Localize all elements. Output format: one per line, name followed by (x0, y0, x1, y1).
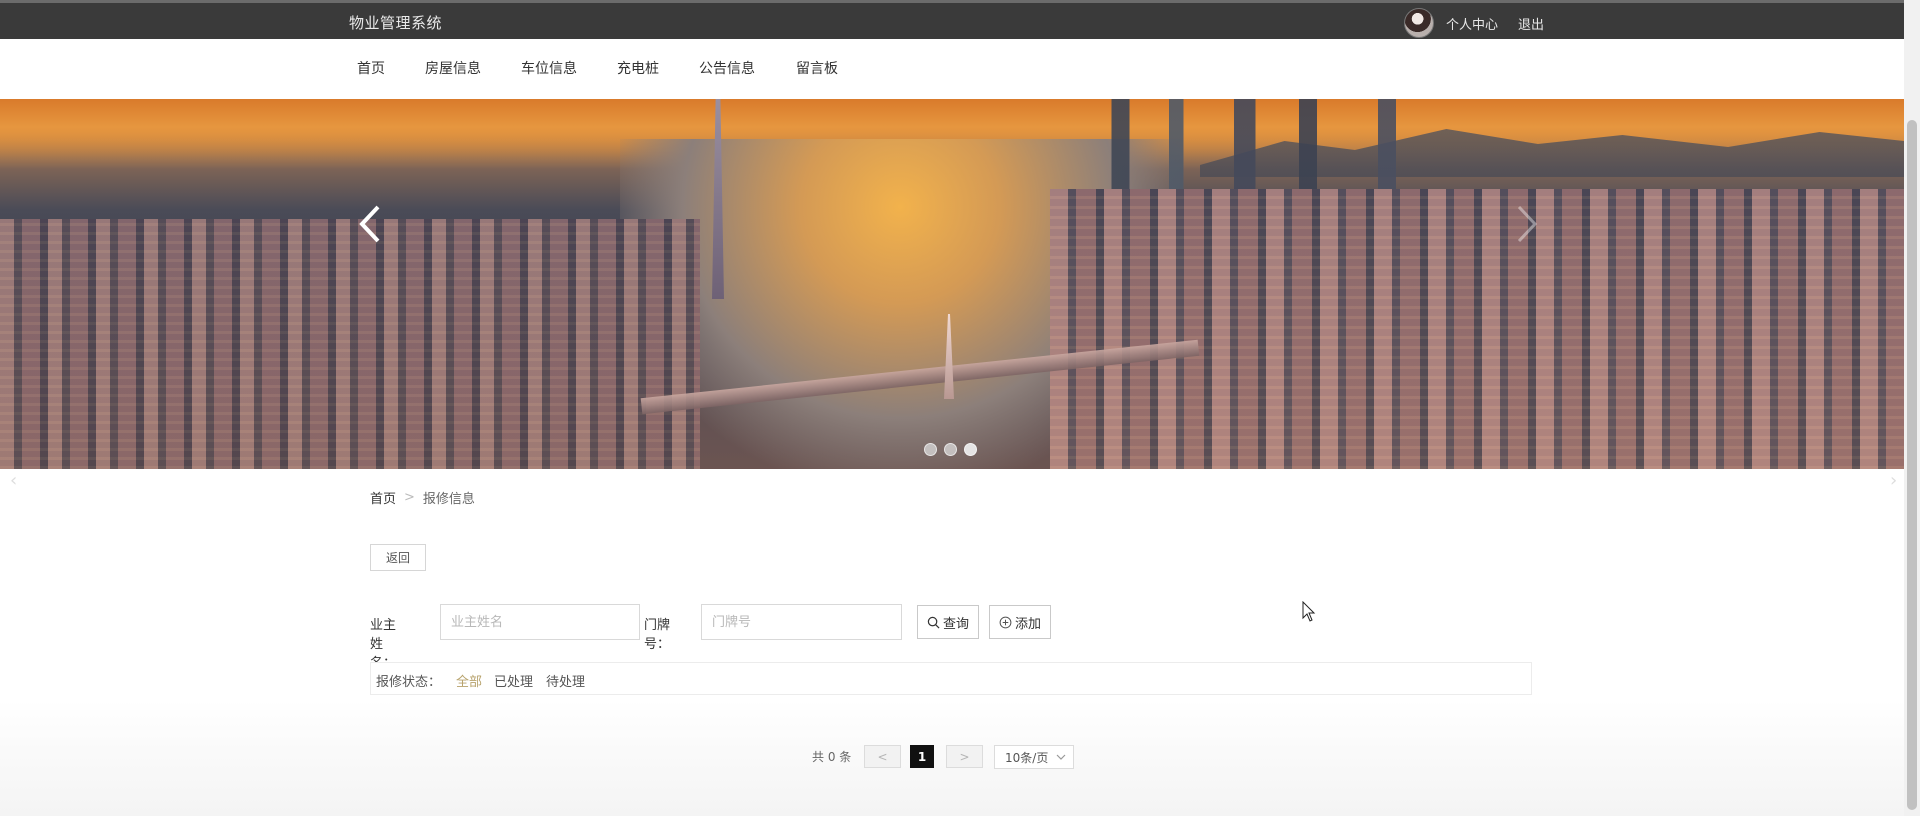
door-number-label: 门牌号： (644, 618, 671, 652)
carousel-dot-3[interactable] (964, 443, 977, 456)
plus-circle-icon (999, 616, 1012, 628)
repair-status-filter: 报修状态： 全部 已处理 待处理 (370, 662, 1532, 695)
avatar[interactable] (1404, 8, 1434, 38)
page-size-value: 10条/页 (1005, 750, 1049, 765)
main-nav: 首页 房屋信息 车位信息 充电桩 公告信息 留言板 (0, 39, 1904, 99)
carousel-prev-icon[interactable] (355, 199, 385, 249)
nav-item-house-info[interactable]: 房屋信息 (425, 58, 481, 78)
filter-option-pending[interactable]: 待处理 (546, 671, 585, 690)
logout-link[interactable]: 退出 (1518, 14, 1544, 33)
nav-item-parking-info[interactable]: 车位信息 (521, 58, 577, 78)
pagination-next-button[interactable]: > (946, 745, 983, 768)
page: 物业管理系统 个人中心 退出 首页 房屋信息 车位信息 充电桩 公告信息 留言板 (0, 0, 1904, 816)
query-button[interactable]: 查询 (917, 605, 979, 639)
page-prev-chevron-icon[interactable]: ‹ (10, 470, 17, 491)
nav-item-announcements[interactable]: 公告信息 (699, 58, 755, 78)
nav-item-home[interactable]: 首页 (357, 58, 385, 78)
system-title: 物业管理系统 (349, 14, 443, 32)
mouse-cursor-icon (1302, 601, 1316, 622)
back-button[interactable]: 返回 (370, 544, 426, 571)
top-bar: 物业管理系统 个人中心 退出 (0, 0, 1904, 39)
nav-item-charging-pile[interactable]: 充电桩 (617, 58, 659, 78)
pagination-total: 共 0 条 (812, 750, 852, 764)
carousel-next-icon[interactable] (1512, 199, 1542, 249)
banner-carousel[interactable] (0, 99, 1904, 469)
add-button[interactable]: 添加 (989, 605, 1051, 639)
carousel-dots (924, 443, 977, 456)
chevron-down-icon (1056, 754, 1066, 760)
breadcrumb: 首页 > 报修信息 (370, 488, 475, 507)
page-next-chevron-icon[interactable]: › (1890, 470, 1897, 491)
banner-city-left (0, 219, 700, 469)
add-button-label: 添加 (1014, 616, 1041, 632)
page-size-select[interactable]: 10条/页 (994, 745, 1074, 769)
breadcrumb-separator: > (404, 490, 415, 505)
carousel-dot-2[interactable] (944, 443, 957, 456)
repair-status-label: 报修状态： (376, 675, 442, 690)
personal-center-link[interactable]: 个人中心 (1446, 14, 1498, 33)
banner-city-right (1050, 189, 1904, 469)
vertical-scrollbar[interactable] (1904, 0, 1920, 816)
pagination-prev-button[interactable]: < (864, 745, 901, 768)
nav-item-message-board[interactable]: 留言板 (796, 58, 838, 78)
filter-option-all[interactable]: 全部 (456, 671, 482, 690)
carousel-dot-1[interactable] (924, 443, 937, 456)
filter-option-processed[interactable]: 已处理 (494, 671, 533, 690)
breadcrumb-current: 报修信息 (422, 492, 475, 507)
query-button-label: 查询 (942, 616, 969, 632)
scrollbar-thumb[interactable] (1907, 120, 1917, 810)
search-icon (927, 616, 940, 628)
owner-name-input[interactable] (440, 604, 640, 640)
pagination-page-1[interactable]: 1 (910, 745, 934, 768)
door-number-input[interactable] (701, 604, 902, 640)
breadcrumb-home[interactable]: 首页 (370, 488, 396, 507)
